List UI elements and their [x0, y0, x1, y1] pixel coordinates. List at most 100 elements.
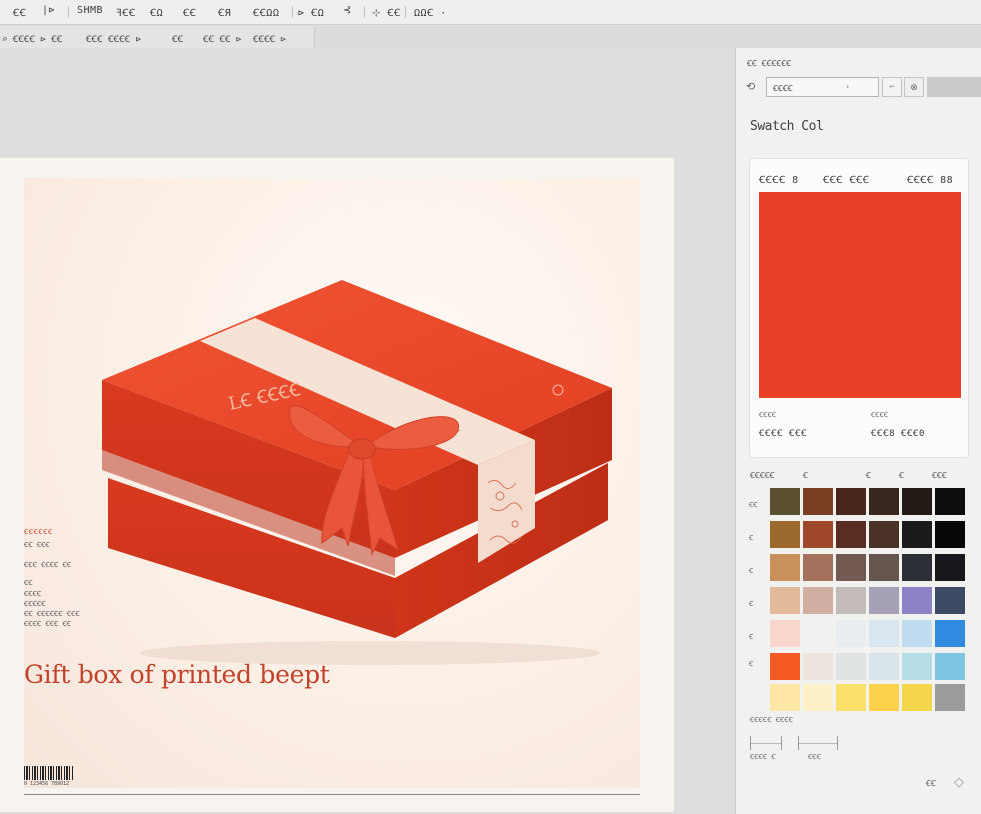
color-swatch[interactable] [803, 684, 833, 711]
reset-icon[interactable]: ⟲ [746, 80, 755, 93]
color-swatch[interactable] [836, 620, 866, 647]
options-item-1[interactable]: ⌕ ꞒꞒꞒꞒ ⊳ ꞒꞒ [2, 32, 62, 45]
color-swatch[interactable] [902, 521, 932, 548]
toolbar-item-10[interactable]: ⊰ [343, 5, 352, 16]
color-swatch[interactable] [869, 587, 899, 614]
card-label-left: ꞒꞒꞒꞒ [759, 411, 777, 419]
grid-row-label: Ꞓ [749, 633, 754, 641]
selected-swatch-preview[interactable] [759, 192, 961, 398]
color-swatch[interactable] [935, 488, 965, 515]
color-swatch[interactable] [902, 554, 932, 581]
canvas-workspace[interactable]: LꞒ ꞒꞒꞒꞒ ꞒꞒꞒꞒꞒꞒ ꞒꞒ ꞒꞒꞒ ꞒꞒꞒ ꞒꞒꞒꞒ ꞒꞒ ꞒꞒ ꞒꞒꞒ… [0, 48, 735, 814]
color-swatch[interactable] [770, 653, 800, 680]
color-swatch[interactable] [836, 488, 866, 515]
color-swatch[interactable] [770, 587, 800, 614]
chevron-right-icon[interactable]: ◇ [954, 774, 964, 790]
color-swatch[interactable] [803, 653, 833, 680]
color-swatch[interactable] [869, 620, 899, 647]
grid-header: Ꞓ [899, 471, 904, 480]
toolbar-item-4[interactable]: ꟻꞒꞒ [116, 5, 136, 19]
toolbar-item-1[interactable]: ꞒꞒ [13, 5, 26, 19]
barcode-number: 0 123456 789012 [24, 781, 70, 787]
toolbar-separator [364, 6, 365, 18]
page-number: ꞒꞒ [926, 779, 936, 788]
color-swatch[interactable] [836, 554, 866, 581]
toolbar-item-12[interactable]: ΩΩꞒ · [414, 5, 447, 19]
toolbar-item-3[interactable]: SHMB [77, 5, 103, 16]
color-swatch[interactable] [935, 620, 965, 647]
color-swatch[interactable] [770, 521, 800, 548]
grid-header: Ꞓ [866, 471, 871, 480]
color-swatch[interactable] [869, 488, 899, 515]
grid-row-label: ꞒꞒ [749, 501, 758, 509]
spec-line: ꞒꞒꞒꞒꞒ [24, 600, 46, 608]
grid-row-label: Ꞓ [749, 567, 754, 575]
panel-toolbar-fill [927, 77, 981, 97]
color-swatch[interactable] [902, 587, 932, 614]
ruler-label: ꞒꞒꞒꞒ Ꞓ [750, 753, 776, 761]
toolbar-separator [405, 6, 406, 18]
card-header-right: ꞒꞒꞒꞒ 88 [907, 175, 954, 186]
toolbar-item-2[interactable]: |⊳ [42, 5, 55, 16]
color-swatch[interactable] [935, 554, 965, 581]
swatch-preview-card: ꞒꞒꞒꞒ 8 ꞒꞒꞒ ꞒꞒꞒ ꞒꞒꞒꞒ 88 ꞒꞒꞒꞒ ꞒꞒꞒꞒ ꞒꞒꞒ ꞒꞒꞒ… [749, 158, 969, 458]
toolbar-item-5[interactable]: ꞒΩ [150, 5, 163, 19]
options-item-3[interactable]: ꞒꞒ [172, 32, 183, 45]
color-swatch[interactable] [770, 488, 800, 515]
color-swatch[interactable] [935, 587, 965, 614]
color-swatch[interactable] [935, 684, 965, 711]
brand-tag: ꞒꞒꞒꞒꞒꞒ [24, 528, 53, 536]
color-swatch[interactable] [803, 554, 833, 581]
color-swatch[interactable] [770, 684, 800, 711]
product-headline[interactable]: Gift box of printed beept [24, 660, 330, 689]
ruler-icon[interactable] [798, 736, 838, 750]
color-swatch[interactable] [869, 684, 899, 711]
toolbar-item-9[interactable]: ⊳ ꞒΩ [298, 5, 324, 19]
ruler-icon[interactable] [750, 736, 782, 750]
card-value-left: ꞒꞒꞒꞒ ꞒꞒꞒ [759, 429, 808, 439]
color-swatch[interactable] [803, 587, 833, 614]
spec-line: ꞒꞒ ꞒꞒꞒꞒꞒꞒ ꞒꞒꞒ [24, 610, 80, 618]
grid-row-label: Ꞓ [749, 660, 754, 668]
color-swatch[interactable] [869, 554, 899, 581]
spec-line: ꞒꞒ [24, 579, 33, 587]
color-swatch[interactable] [770, 620, 800, 647]
gift-box-image[interactable]: LꞒ ꞒꞒꞒꞒ [80, 258, 620, 668]
options-item-2[interactable]: ꞒꞒꞒ ꞒꞒꞒꞒ ⊳ [86, 32, 141, 45]
toolbar-item-7[interactable]: ꞒЯ [218, 5, 231, 19]
spec-line: ꞒꞒ ꞒꞒꞒ [24, 541, 50, 549]
panel-title: ꞒꞒ ꞒꞒꞒꞒꞒꞒ [747, 59, 792, 68]
color-swatch[interactable] [836, 684, 866, 711]
color-swatch[interactable] [836, 521, 866, 548]
color-swatch[interactable] [803, 620, 833, 647]
color-swatch[interactable] [935, 653, 965, 680]
swatch-library-select[interactable]: ꞒꞒꞒꞒ › [766, 77, 879, 97]
color-swatch[interactable] [935, 521, 965, 548]
main-toolbar: ꞒꞒ |⊳ SHMB ꟻꞒꞒ ꞒΩ ꞒꞒ ꞒЯ ꞒꞒΩΩ ⊳ ꞒΩ ⊰ ⊹ ꞒꞒ… [0, 0, 981, 25]
color-swatch[interactable] [803, 521, 833, 548]
toolbar-item-11[interactable]: ⊹ ꞒꞒ [372, 5, 401, 19]
ruler-label: ꞒꞒꞒ [808, 753, 821, 761]
artboard[interactable]: LꞒ ꞒꞒꞒꞒ ꞒꞒꞒꞒꞒꞒ ꞒꞒ ꞒꞒꞒ ꞒꞒꞒ ꞒꞒꞒꞒ ꞒꞒ ꞒꞒ ꞒꞒꞒ… [0, 158, 674, 812]
options-item-5[interactable]: ꞒꞒꞒꞒ ⊳ [253, 32, 286, 45]
options-item-4[interactable]: ꞒꞒ ꞒꞒ ⊳ [203, 32, 241, 45]
color-swatch[interactable] [770, 554, 800, 581]
color-swatch[interactable] [902, 684, 932, 711]
card-value-right: ꞒꞒꞒ8 ꞒꞒꞒ0 [871, 429, 925, 439]
grid-row-label: Ꞓ [749, 534, 754, 542]
artboard-rule [24, 794, 640, 795]
delete-swatch-button[interactable]: ⊗ [904, 77, 924, 97]
color-swatch[interactable] [902, 620, 932, 647]
color-swatch[interactable] [902, 653, 932, 680]
new-swatch-button[interactable]: ⌐ [882, 77, 902, 97]
grid-header: Ꞓ [803, 471, 808, 480]
color-swatch[interactable] [902, 488, 932, 515]
toolbar-item-8[interactable]: ꞒꞒΩΩ [253, 5, 279, 19]
card-label-right: ꞒꞒꞒꞒ [871, 411, 889, 419]
color-swatch[interactable] [869, 521, 899, 548]
color-swatch[interactable] [869, 653, 899, 680]
color-swatch[interactable] [836, 587, 866, 614]
color-swatch[interactable] [836, 653, 866, 680]
toolbar-item-6[interactable]: ꞒꞒ [183, 5, 196, 19]
color-swatch[interactable] [803, 488, 833, 515]
